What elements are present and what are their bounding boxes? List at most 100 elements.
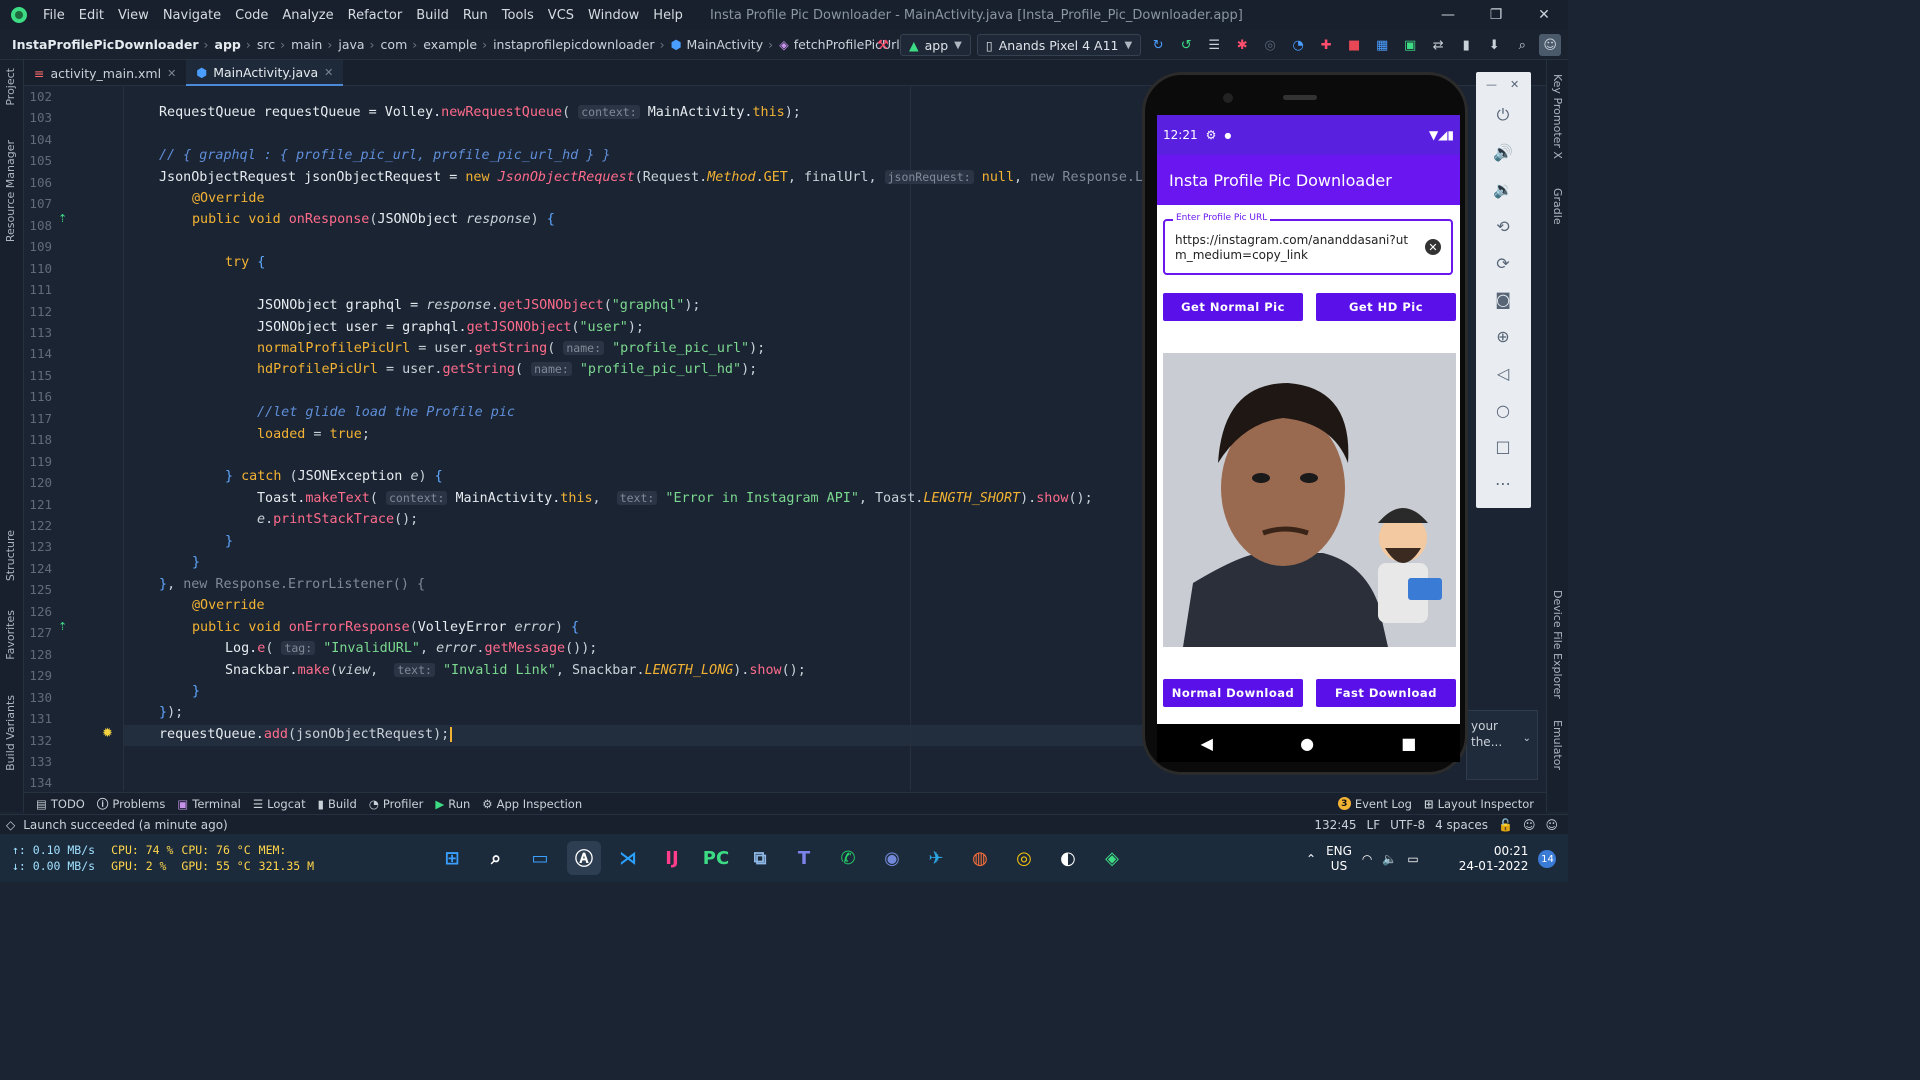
- lightbulb-icon[interactable]: ✹: [102, 726, 113, 741]
- minimize-icon[interactable]: —: [1486, 78, 1497, 91]
- tab-main-activity-java[interactable]: ⬢ MainActivity.java ✕: [186, 60, 344, 86]
- face-icon[interactable]: ☺: [1545, 818, 1558, 832]
- override-icon[interactable]: ⇡: [58, 212, 67, 225]
- chevron-down-icon[interactable]: ⌄: [1523, 733, 1531, 744]
- menu-vcs[interactable]: VCS: [541, 8, 581, 23]
- battery-icon[interactable]: ▭: [1407, 852, 1418, 866]
- overview-icon[interactable]: □: [1492, 435, 1514, 457]
- android-studio-app-icon[interactable]: Ⓐ: [567, 841, 601, 875]
- emulator-tool-tab[interactable]: Emulator: [1551, 720, 1564, 770]
- language-indicator[interactable]: ENG US: [1326, 844, 1352, 874]
- avd-manager-icon[interactable]: ▮: [1455, 34, 1477, 56]
- avatar[interactable]: ☺: [1539, 34, 1562, 56]
- rotate-left-icon[interactable]: ⟲: [1492, 215, 1514, 237]
- key-promoter-tool-tab[interactable]: Key Promoter X: [1551, 74, 1564, 159]
- hammer-icon[interactable]: ⚒: [872, 34, 894, 56]
- layout-inspector-tab[interactable]: ⊞ Layout Inspector: [1424, 797, 1534, 811]
- override-icon[interactable]: ⇡: [58, 620, 67, 633]
- build-tab[interactable]: ▮ Build: [318, 797, 357, 811]
- resource-manager-tool-tab[interactable]: Resource Manager: [4, 140, 17, 242]
- stop-icon[interactable]: ■: [1343, 34, 1365, 56]
- code-editor[interactable]: 102 103 104 105 106 107 108 109 110 111 112 113 114 1…: [24, 86, 1146, 791]
- get-hd-pic-button[interactable]: Get HD Pic: [1316, 293, 1456, 321]
- lock-icon[interactable]: 🔓: [1498, 818, 1513, 832]
- favorites-tool-tab[interactable]: Favorites: [4, 610, 17, 660]
- menu-tools[interactable]: Tools: [495, 8, 541, 23]
- minimize-button[interactable]: —: [1424, 0, 1472, 30]
- breadcrumb-package[interactable]: instaprofilepicdownloader: [493, 37, 655, 52]
- event-log-tab[interactable]: 3 Event Log: [1337, 797, 1412, 811]
- sync-icon[interactable]: ▦: [1371, 34, 1393, 56]
- attach-debugger-icon[interactable]: ✚: [1315, 34, 1337, 56]
- breadcrumb-java[interactable]: java: [338, 37, 364, 52]
- device-select[interactable]: ▯ Anands Pixel 4 A11 ▼: [976, 34, 1142, 56]
- discord-icon[interactable]: ◉: [875, 841, 909, 875]
- menu-refactor[interactable]: Refactor: [341, 8, 410, 23]
- firefox-icon[interactable]: ◍: [963, 841, 997, 875]
- line-separator[interactable]: LF: [1367, 818, 1381, 832]
- breadcrumb-com[interactable]: com: [381, 37, 408, 52]
- coverage-icon[interactable]: ◎: [1259, 34, 1281, 56]
- breadcrumb-module[interactable]: app: [215, 37, 241, 52]
- menu-window[interactable]: Window: [581, 8, 646, 23]
- menu-help[interactable]: Help: [646, 8, 690, 23]
- app-inspection-tab[interactable]: ⚙ App Inspection: [482, 797, 582, 811]
- close-button[interactable]: ✕: [1520, 0, 1568, 30]
- terminal-tab[interactable]: ▣ Terminal: [177, 797, 240, 811]
- back-icon[interactable]: ◁: [1492, 362, 1514, 384]
- windows-start-icon[interactable]: ⊞: [435, 841, 469, 875]
- structure-tool-tab[interactable]: Structure: [4, 530, 17, 581]
- menu-edit[interactable]: Edit: [72, 8, 111, 23]
- normal-download-button[interactable]: Normal Download: [1163, 679, 1303, 707]
- whatsapp-icon[interactable]: ✆: [831, 841, 865, 875]
- gradle-sync-icon[interactable]: ⇄: [1427, 34, 1449, 56]
- recents-icon[interactable]: ■: [1401, 734, 1416, 753]
- profiler-tab[interactable]: ◔ Profiler: [369, 797, 424, 811]
- telegram-icon[interactable]: ✈: [919, 841, 953, 875]
- fast-download-button[interactable]: Fast Download: [1316, 679, 1456, 707]
- todo-tab[interactable]: ▤ TODO: [36, 797, 85, 811]
- apply-changes-icon[interactable]: ↺: [1175, 34, 1197, 56]
- menu-code[interactable]: Code: [228, 8, 275, 23]
- get-normal-pic-button[interactable]: Get Normal Pic: [1163, 293, 1303, 321]
- notification-popup[interactable]: your the... ⌄: [1466, 710, 1538, 780]
- teams-icon[interactable]: T: [787, 841, 821, 875]
- intellij-icon[interactable]: IJ: [655, 841, 689, 875]
- breadcrumb-project[interactable]: InstaProfilePicDownloader: [12, 37, 199, 52]
- terminal-icon[interactable]: ▣: [1399, 34, 1421, 56]
- url-input-value[interactable]: https://instagram.com/ananddasani?utm_me…: [1175, 233, 1415, 263]
- face-icon[interactable]: ☺: [1523, 818, 1536, 832]
- close-icon[interactable]: ✕: [167, 67, 176, 80]
- network-app-icon[interactable]: ⧉: [743, 841, 777, 875]
- rotate-right-icon[interactable]: ⟳: [1492, 252, 1514, 274]
- indent-setting[interactable]: 4 spaces: [1435, 818, 1488, 832]
- project-tool-tab[interactable]: Project: [4, 68, 17, 106]
- menu-run[interactable]: Run: [456, 8, 495, 23]
- clear-icon[interactable]: ✕: [1425, 239, 1441, 255]
- maximize-button[interactable]: ❐: [1472, 0, 1520, 30]
- close-icon[interactable]: ✕: [324, 66, 333, 79]
- run-tab[interactable]: ▶ Run: [435, 797, 470, 811]
- menu-build[interactable]: Build: [409, 8, 456, 23]
- chrome-icon[interactable]: ◎: [1007, 841, 1041, 875]
- search-icon[interactable]: ⌕: [479, 841, 513, 875]
- power-icon[interactable]: ⏻: [1492, 104, 1514, 126]
- profile-icon[interactable]: ◔: [1287, 34, 1309, 56]
- file-encoding[interactable]: UTF-8: [1390, 818, 1425, 832]
- tab-activity-main-xml[interactable]: ≡ activity_main.xml ✕: [24, 60, 186, 86]
- logcat-tab[interactable]: ☰ Logcat: [253, 797, 306, 811]
- breadcrumb-class[interactable]: MainActivity: [687, 37, 764, 52]
- menu-analyze[interactable]: Analyze: [275, 8, 340, 23]
- chevron-up-icon[interactable]: ⌃: [1306, 852, 1316, 866]
- debug-icon[interactable]: ✱: [1231, 34, 1253, 56]
- github-icon[interactable]: ◐: [1051, 841, 1085, 875]
- url-input-field[interactable]: Enter Profile Pic URL https://instagram.…: [1163, 213, 1453, 275]
- breadcrumb-src[interactable]: src: [257, 37, 275, 52]
- phone-screen[interactable]: 12:21 ⚙ ● ▼◢▮ Insta Profile Pic Download…: [1157, 115, 1460, 724]
- volume-icon[interactable]: 🔈: [1382, 852, 1397, 866]
- more-icon[interactable]: ⋯: [1492, 472, 1514, 494]
- home-icon[interactable]: ●: [1300, 734, 1314, 753]
- search-icon[interactable]: ⌕: [1511, 34, 1533, 56]
- menu-view[interactable]: View: [111, 8, 156, 23]
- pycharm-icon[interactable]: PC: [699, 841, 733, 875]
